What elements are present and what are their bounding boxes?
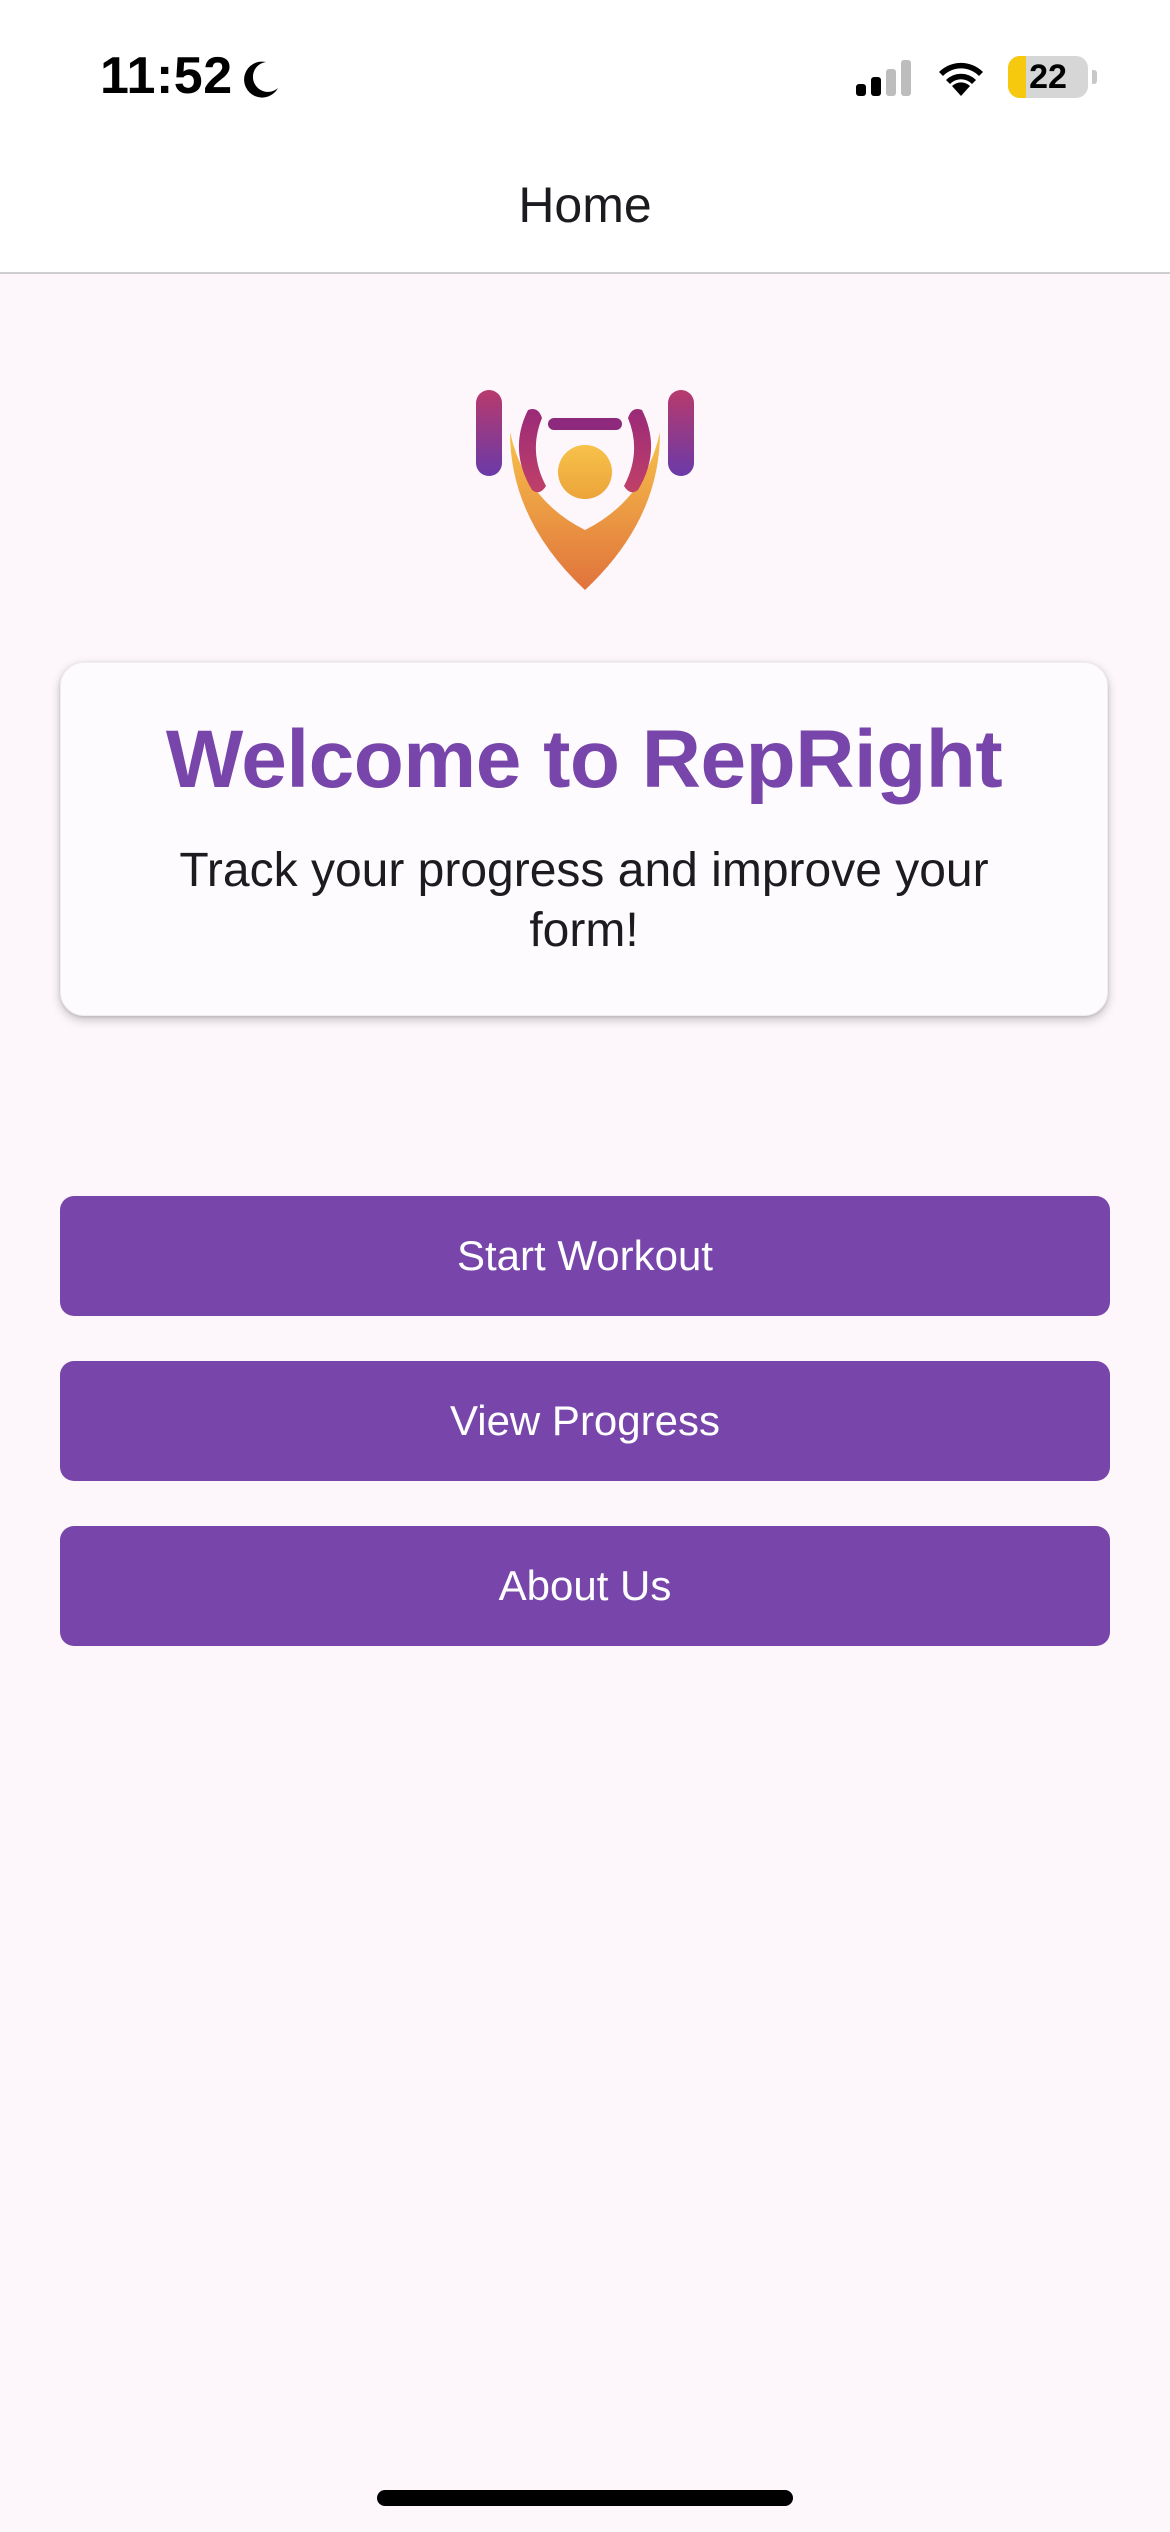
view-progress-button[interactable]: View Progress	[60, 1361, 1110, 1481]
weightlifter-logo-icon	[476, 390, 694, 590]
battery-icon: 22	[1008, 56, 1088, 98]
start-workout-button[interactable]: Start Workout	[60, 1196, 1110, 1316]
welcome-card: Welcome to RepRight Track your progress …	[60, 662, 1108, 1016]
page-title: Home	[518, 177, 652, 233]
welcome-subtitle: Track your progress and improve your for…	[179, 844, 989, 957]
cellular-signal-icon	[856, 60, 911, 96]
app-bar: Home	[0, 140, 1170, 274]
wifi-icon	[939, 62, 983, 96]
battery-cap	[1092, 70, 1097, 84]
welcome-title: Welcome to RepRight	[165, 714, 1003, 805]
status-bar: 11:52 22	[0, 0, 1170, 140]
status-time: 11:52	[100, 47, 233, 105]
moon-icon	[244, 61, 278, 98]
battery-percent: 22	[1029, 58, 1067, 96]
about-us-button[interactable]: About Us	[60, 1526, 1110, 1646]
home-indicator[interactable]	[377, 2490, 793, 2506]
